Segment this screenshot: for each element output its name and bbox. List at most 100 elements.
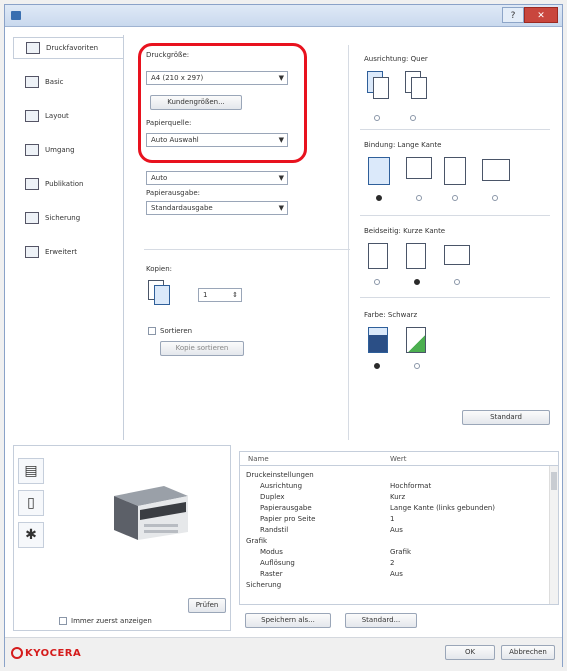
table-row: Modus Grafik [260,548,412,556]
table-row: Raster Aus [260,570,403,578]
divider [360,215,550,216]
duplex-radio-short[interactable] [452,195,458,201]
chevron-down-icon: ▼ [278,174,284,182]
copies-stepper[interactable]: 1 ⇕ [198,288,242,302]
table-row: Auflösung 2 [260,559,395,567]
color-full-icon[interactable] [406,327,426,353]
binding-radio-short[interactable] [414,279,420,285]
chevron-down-icon: ▼ [278,204,284,212]
table-row: Druckeinstellungen [246,471,314,479]
help-button[interactable]: ? [502,7,524,23]
portrait-page-icon [373,77,389,99]
settings-summary-table: Name Wert Druckeinstellungen Ausrichtung… [239,451,559,605]
spinner-icon: ⇕ [232,291,238,299]
duplex-radio-flip[interactable] [492,195,498,201]
copies-page-icon [154,285,170,305]
show-always-checkbox[interactable] [59,617,67,625]
duplex-radio-long[interactable] [416,195,422,201]
color-mono-icon[interactable] [368,327,388,353]
finishing-icon [25,144,39,156]
binding-top-icon[interactable] [444,245,470,265]
close-button[interactable]: ✕ [524,7,558,23]
sidebar-item-label: Sicherung [45,214,81,222]
sidebar-item-label: Umgang [45,146,75,154]
duplex-flip-icon[interactable] [482,159,510,181]
scrollbar-thumb[interactable] [551,472,557,490]
column-header-value: Wert [390,455,407,463]
binding-label: Beidseitig: Kurze Kante [364,227,446,235]
sidebar-item-basic[interactable]: Basic [13,71,123,93]
gear-icon[interactable]: ✱ [18,522,44,548]
print-settings-icon[interactable]: ▤ [18,458,44,484]
duplex-radio-off[interactable] [376,195,382,201]
collate-label: Sortieren [160,327,193,335]
collate-checkbox[interactable] [148,327,156,335]
printer-icon [25,76,39,88]
column-header-name: Name [248,455,269,463]
binding-radio-top[interactable] [454,279,460,285]
title-bar: ? ✕ [5,5,562,27]
summary-area: ▤ ▯ ✱ Prüfen Name Wert Druckeinstellunge… [13,445,559,631]
sidebar-item-label: Basic [45,78,64,86]
printer-image [114,486,188,540]
show-always-label: Immer zuerst anzeigen [71,617,152,625]
sidebar-item-publishing[interactable]: Publikation [13,173,123,195]
ok-button[interactable]: OK [445,645,495,660]
save-as-button[interactable]: Speichern als... [245,613,331,628]
table-row: Duplex Kurz [260,493,406,501]
media-type-select[interactable]: Auto ▼ [146,171,288,185]
brand-logo: KYOCERA [11,647,81,659]
sidebar-item-finishing[interactable]: Umgang [13,139,123,161]
orientation-radio-landscape[interactable] [410,115,416,121]
table-row: Randstil Aus [260,526,403,534]
sidebar-item-label: Druckfavoriten [46,44,99,52]
table-row: Ausrichtung Hochformat [260,482,432,490]
defaults-button[interactable]: Standard... [345,613,417,628]
color-radio-mono[interactable] [374,363,380,369]
divider [360,129,550,130]
orientation-label: Ausrichtung: Quer [364,55,428,63]
printer-preview: ▤ ▯ ✱ Prüfen [13,445,231,631]
table-row: Papier pro Seite 1 [260,515,395,523]
duplex-label: Bindung: Lange Kante [364,141,442,149]
landscape-page-icon [411,77,427,99]
binding-short-icon[interactable] [406,243,426,269]
publishing-icon [25,178,39,190]
duplex-long-icon[interactable] [406,157,432,179]
sidebar-item-label: Layout [45,112,69,120]
job-icon [25,212,39,224]
page-icon[interactable]: ▯ [18,490,44,516]
table-row: Papierausgabe Lange Kante (links gebunden… [260,504,496,512]
cancel-button[interactable]: Abbrechen [501,645,555,660]
destination-select[interactable]: Standardausgabe ▼ [146,201,288,215]
sidebar-item-advanced[interactable]: Erweitert [13,241,123,263]
sidebar-item-favorites[interactable]: Druckfavoriten [13,37,123,59]
destination-label: Papierausgabe: [146,189,200,197]
footer: KYOCERA OK Abbrechen [5,637,562,667]
color-radio-color[interactable] [414,363,420,369]
collate-button[interactable]: Kopie sortieren [160,341,244,356]
binding-radio-long[interactable] [374,279,380,285]
sidebar-item-label: Erweitert [45,248,77,256]
duplex-short-icon[interactable] [444,157,466,185]
favorites-icon [26,42,40,54]
binding-long-icon[interactable] [368,243,388,269]
sidebar-item-label: Publikation [45,180,84,188]
kyocera-logo-icon [11,647,23,659]
sidebar-item-security[interactable]: Sicherung [13,207,123,229]
print-preferences-window: ? ✕ Druckfavoriten Basic Layout Umgang P… [4,4,563,667]
copies-label: Kopien: [146,265,173,273]
table-header: Name Wert [240,452,558,466]
reset-button[interactable]: Standard [462,410,550,425]
sidebar-item-layout[interactable]: Layout [13,105,123,127]
highlight-box [138,43,307,163]
table-row: Sicherung [246,581,282,589]
layout-icon [25,110,39,122]
table-scrollbar[interactable] [549,466,558,604]
table-row: Grafik [246,537,268,545]
sidebar: Druckfavoriten Basic Layout Umgang Publi… [13,35,123,440]
advanced-icon [25,246,39,258]
duplex-off-icon[interactable] [368,157,390,185]
preview-button[interactable]: Prüfen [188,598,226,613]
orientation-radio-portrait[interactable] [374,115,380,121]
